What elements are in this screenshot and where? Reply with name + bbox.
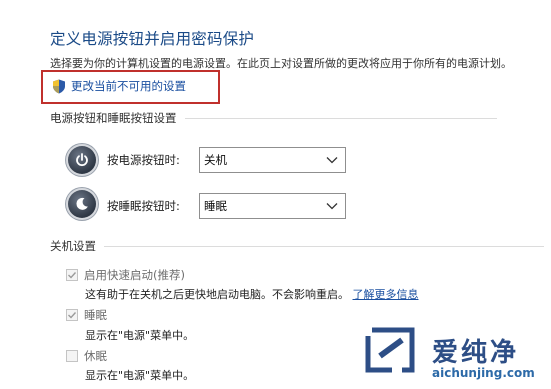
checkmark-icon <box>68 272 77 279</box>
fast-startup-description: 这有助于在关机之后更快地启动电脑。不会影响重启。 了解更多信息 <box>85 286 419 302</box>
sleep-button-action-select[interactable]: 睡眠 <box>199 193 346 219</box>
sleep-button-icon <box>68 190 96 218</box>
watermark-logo <box>365 327 415 373</box>
power-buttons-section-title: 电源按钮和睡眠按钮设置 <box>50 110 497 126</box>
watermark-url: aichunjing.com <box>432 366 535 380</box>
fast-startup-description-text: 这有助于在关机之后更快地启动电脑。不会影响重启。 <box>85 288 349 301</box>
fast-startup-option[interactable]: 启用快速启动(推荐) <box>66 267 185 283</box>
power-button-label: 按电源按钮时: <box>107 153 180 167</box>
fast-startup-label: 启用快速启动(推荐) <box>84 268 185 282</box>
power-button-icon <box>68 146 96 174</box>
page-title: 定义电源按钮并启用密码保护 <box>50 30 255 48</box>
shutdown-section-label: 关机设置 <box>50 239 96 253</box>
power-buttons-section-label: 电源按钮和睡眠按钮设置 <box>50 111 177 125</box>
sleep-option-description: 显示在"电源"菜单中。 <box>85 329 195 342</box>
sleep-button-action-value: 睡眠 <box>204 199 227 213</box>
chevron-down-icon <box>326 157 338 164</box>
shutdown-section-title: 关机设置 <box>50 238 544 254</box>
sleep-button-label: 按睡眠按钮时: <box>107 199 180 213</box>
hibernate-checkbox[interactable] <box>66 350 78 362</box>
chevron-down-icon <box>326 203 338 210</box>
page-subtitle: 选择要为你的计算机设置的电源设置。在此页上对设置所做的更改将应用于你所有的电源计… <box>50 57 512 70</box>
watermark-text: 爱纯净 <box>432 338 520 368</box>
hibernate-option-description: 显示在"电源"菜单中。 <box>85 369 195 382</box>
checkmark-icon <box>68 312 77 319</box>
power-button-action-value: 关机 <box>204 153 227 167</box>
shield-icon <box>53 79 65 93</box>
section-divider <box>184 117 497 119</box>
sleep-option[interactable]: 睡眠 <box>66 307 107 323</box>
section-divider <box>104 245 544 247</box>
fast-startup-checkbox[interactable] <box>66 269 78 281</box>
learn-more-link[interactable]: 了解更多信息 <box>353 288 419 301</box>
hibernate-option[interactable]: 休眠 <box>66 348 107 364</box>
sleep-checkbox[interactable] <box>66 309 78 321</box>
power-button-action-select[interactable]: 关机 <box>199 147 346 173</box>
change-settings-link[interactable]: 更改当前不可用的设置 <box>52 78 186 94</box>
change-settings-label: 更改当前不可用的设置 <box>71 79 186 93</box>
sleep-option-label: 睡眠 <box>84 308 107 322</box>
hibernate-option-label: 休眠 <box>84 349 107 363</box>
